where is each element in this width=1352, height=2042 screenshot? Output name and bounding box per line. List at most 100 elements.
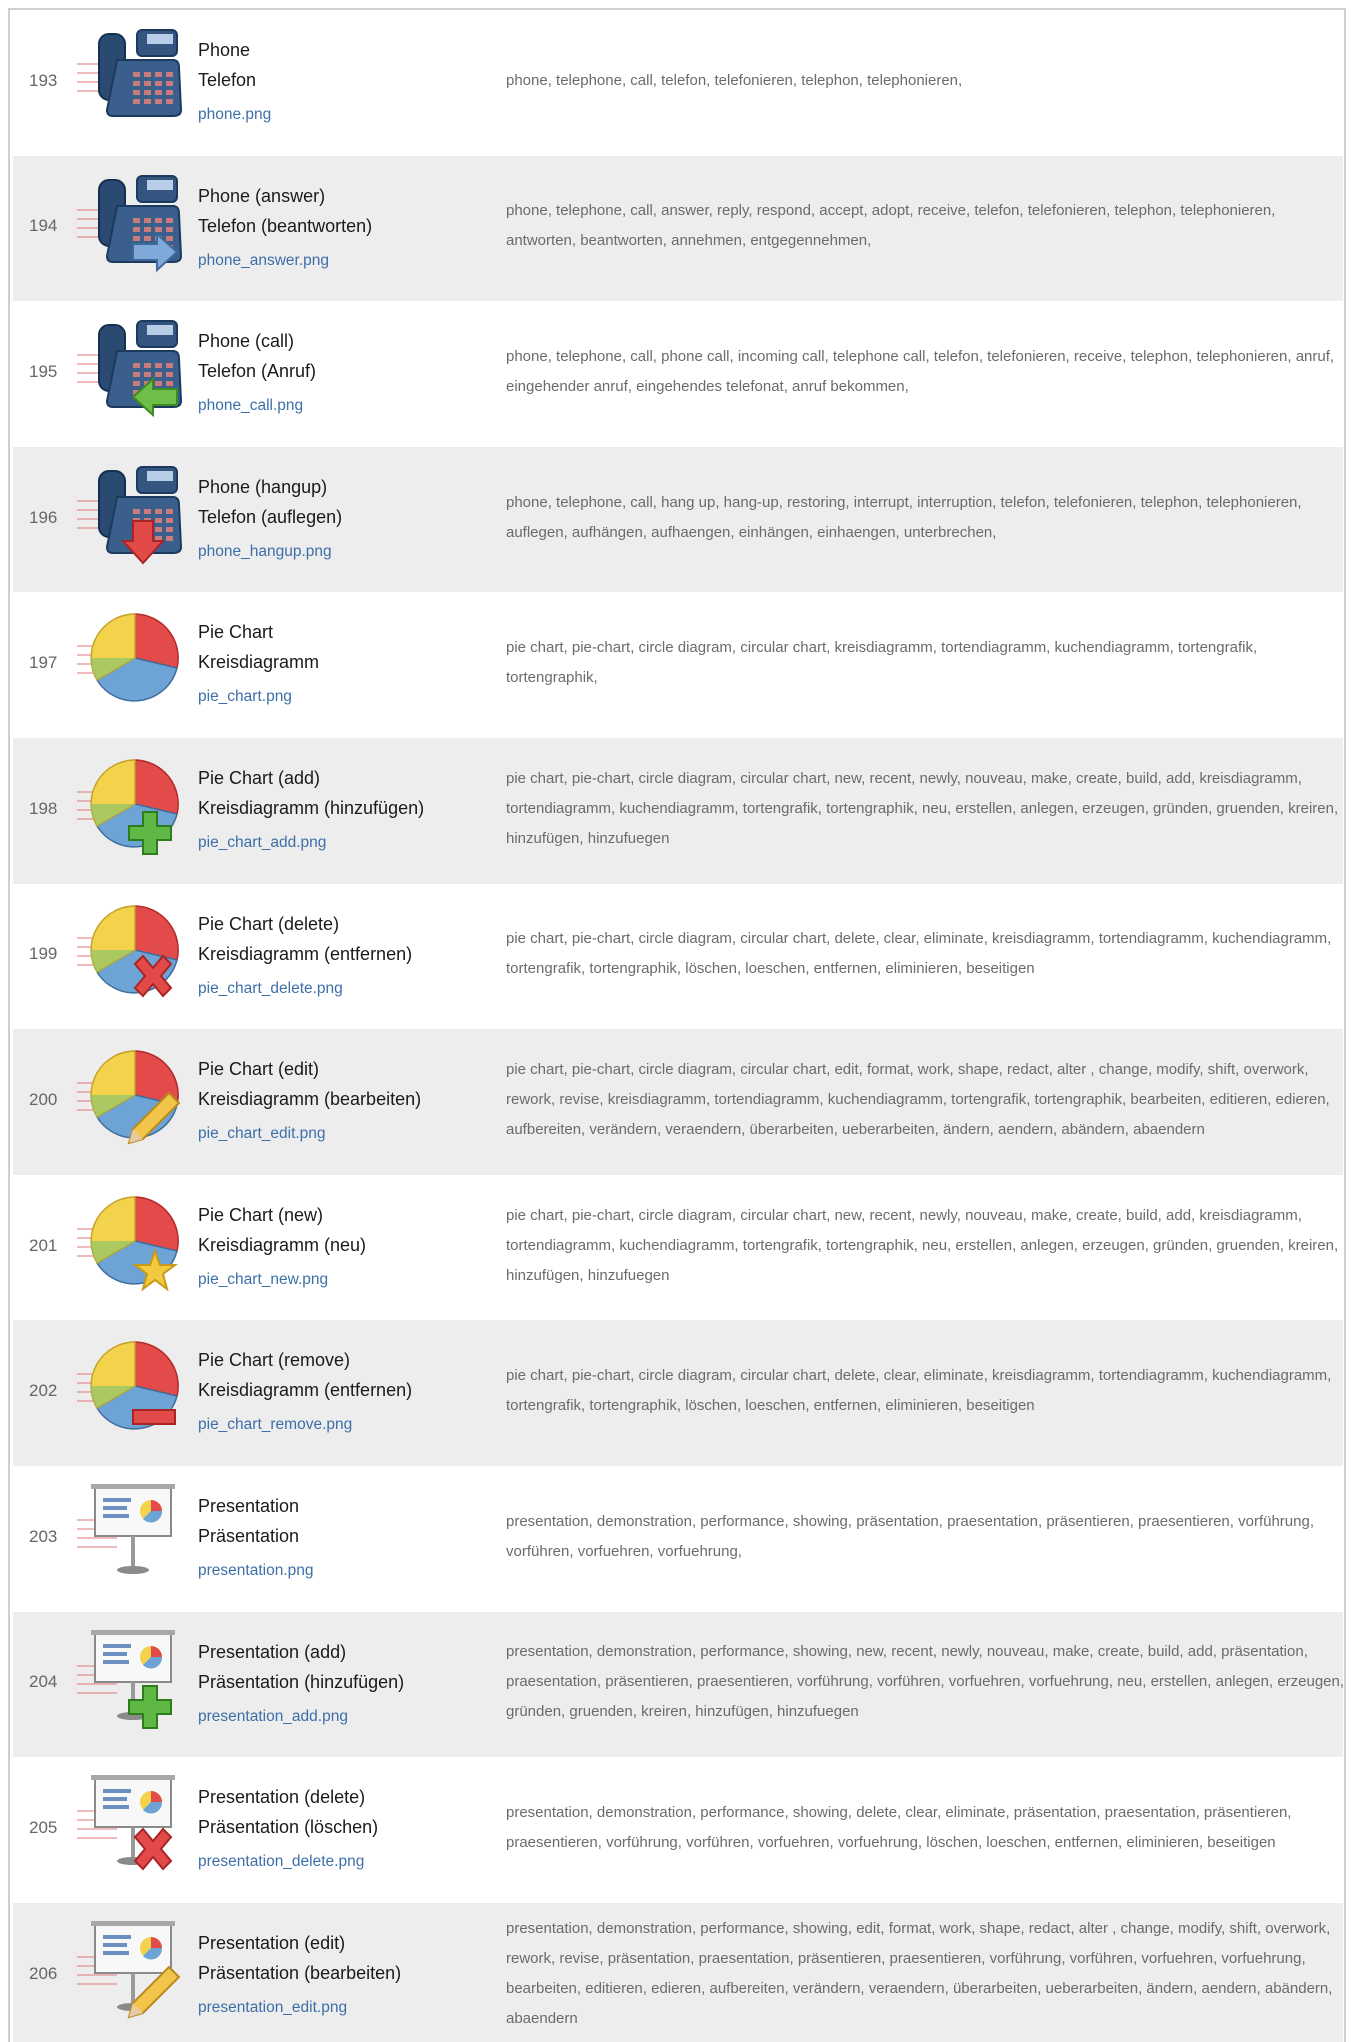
file-link[interactable]: pie_chart_delete.png	[198, 976, 498, 1002]
row-number: 201	[29, 1235, 58, 1255]
file-link[interactable]: phone.png	[198, 102, 498, 128]
pie-chart-add-icon	[77, 759, 179, 855]
list-row: 199 Pie Chart (delete) Kreisdiagramm (en…	[13, 884, 1343, 1030]
name-en: Presentation (delete)	[198, 1787, 366, 1808]
list-row: 205 Presentation (delete) Präsentation (…	[13, 1757, 1343, 1903]
keywords: phone, telephone, call, telefon, telefon…	[506, 71, 963, 89]
row-number: 198	[29, 798, 58, 818]
list-row: 206 Presentation (edit) Präsentation (be…	[13, 1902, 1343, 2042]
presentation-edit-icon	[77, 1920, 181, 2019]
file-link[interactable]: pie_chart_add.png	[198, 830, 498, 856]
list-row: 203 Presentation Präsentation presentati…	[13, 1466, 1343, 1612]
list-row: 204 Presentation (add) Präsentation (hin…	[13, 1611, 1345, 1758]
name-de: Kreisdiagramm (bearbeiten)	[198, 1089, 422, 1110]
list-row: 193 Phone Telefon phone.png phone, telep…	[13, 10, 1343, 156]
presentation-delete-icon	[77, 1775, 175, 1871]
name-de: Kreisdiagramm (entfernen)	[198, 943, 413, 964]
names-cell: Pie Chart (add) Kreisdiagramm (hinzufüge…	[198, 763, 498, 856]
names-cell: Pie Chart (delete) Kreisdiagramm (entfer…	[198, 909, 498, 1002]
pie-chart-delete-icon	[77, 904, 179, 998]
names-cell: Pie Chart (edit) Kreisdiagramm (bearbeit…	[198, 1054, 498, 1147]
file-link[interactable]: pie_chart_remove.png	[198, 1412, 498, 1438]
name-en: Presentation (edit)	[198, 1932, 346, 1953]
row-number: 195	[29, 361, 58, 381]
phone-call-icon	[77, 320, 183, 418]
names-cell: Pie Chart (remove) Kreisdiagramm (entfer…	[198, 1345, 498, 1438]
row-number: 196	[29, 507, 58, 527]
name-de: Telefon	[198, 70, 257, 90]
name-de: Kreisdiagramm (hinzufügen)	[198, 798, 425, 818]
icon-list: 193 Phone Telefon phone.png phone, telep…	[8, 8, 1346, 2042]
keywords: pie chart, pie-chart, circle diagram, ci…	[506, 930, 1332, 978]
keywords: phone, telephone, call, phone call, inco…	[506, 347, 1335, 395]
list-row: 195 Phone (call) Telefon (Anruf) phone_c…	[13, 301, 1343, 447]
presentation-icon	[77, 1484, 175, 1574]
name-de: Präsentation (löschen)	[198, 1817, 379, 1838]
name-en: Pie Chart (edit)	[198, 1059, 320, 1080]
presentation-add-icon	[77, 1629, 175, 1729]
name-en: Pie Chart	[198, 622, 274, 643]
name-en: Presentation (add)	[198, 1641, 347, 1662]
list-row: 196 Phone (hangup) Telefon (auflegen) ph…	[13, 446, 1343, 593]
pie-chart-remove-icon	[77, 1341, 179, 1430]
row-number: 193	[29, 70, 58, 90]
name-de: Kreisdiagramm (entfernen)	[198, 1380, 413, 1401]
name-de: Telefon (Anruf)	[198, 361, 317, 382]
list-row: 197 Pie Chart Kreisdiagramm pie_chart.pn…	[13, 592, 1343, 738]
file-link[interactable]: pie_chart_new.png	[198, 1267, 498, 1293]
keywords: presentation, demonstration, performance…	[506, 1512, 1314, 1560]
name-en: Presentation	[198, 1496, 300, 1516]
row-number: 202	[29, 1381, 58, 1401]
row-number: 197	[29, 653, 58, 673]
file-link[interactable]: phone_hangup.png	[198, 539, 498, 565]
pie-chart-new-icon	[77, 1196, 179, 1292]
name-en: Pie Chart (new)	[198, 1204, 324, 1225]
name-de: Präsentation (bearbeiten)	[198, 1962, 402, 1983]
name-en: Phone (answer)	[198, 185, 326, 206]
file-link[interactable]: presentation_add.png	[198, 1704, 498, 1730]
keywords: presentation, demonstration, performance…	[506, 1919, 1333, 2027]
list-row: 202 Pie Chart (remove) Kreisdiagramm (en…	[13, 1320, 1343, 1466]
names-cell: Phone (answer) Telefon (beantworten) pho…	[198, 181, 498, 274]
file-link[interactable]: presentation.png	[198, 1558, 498, 1584]
keywords: presentation, demonstration, performance…	[506, 1803, 1292, 1851]
row-number: 199	[29, 944, 58, 964]
keywords: pie chart, pie-chart, circle diagram, ci…	[506, 769, 1339, 847]
file-link[interactable]: pie_chart_edit.png	[198, 1121, 498, 1147]
file-link[interactable]: presentation_edit.png	[198, 1995, 498, 2021]
list-row: 200 Pie Chart (edit) Kreisdiagramm (bear…	[13, 1029, 1343, 1175]
file-link[interactable]: presentation_delete.png	[198, 1849, 498, 1875]
keywords: phone, telephone, call, answer, reply, r…	[506, 202, 1276, 250]
names-cell: Presentation (edit) Präsentation (bearbe…	[198, 1928, 498, 2021]
row-number: 194	[29, 216, 58, 236]
keywords: pie chart, pie-chart, circle diagram, ci…	[506, 639, 1258, 687]
row-number: 204	[29, 1672, 58, 1692]
names-cell: Pie Chart (new) Kreisdiagramm (neu) pie_…	[198, 1200, 498, 1293]
keywords: pie chart, pie-chart, circle diagram, ci…	[506, 1060, 1330, 1138]
pie-chart-edit-icon	[77, 1050, 181, 1145]
file-link[interactable]: phone_call.png	[198, 393, 498, 419]
file-link[interactable]: phone_answer.png	[198, 248, 498, 274]
name-de: Präsentation	[198, 1526, 300, 1546]
name-de: Kreisdiagramm (neu)	[198, 1234, 367, 1255]
name-de: Präsentation (hinzufügen)	[198, 1671, 405, 1692]
keywords: pie chart, pie-chart, circle diagram, ci…	[506, 1367, 1332, 1415]
names-cell: Presentation (add) Präsentation (hinzufü…	[198, 1637, 498, 1730]
list-row: 198 Pie Chart (add) Kreisdiagramm (hinzu…	[13, 738, 1343, 884]
name-en: Phone	[198, 40, 251, 60]
keywords: phone, telephone, call, hang up, hang-up…	[506, 493, 1302, 541]
name-de: Telefon (beantworten)	[198, 215, 373, 236]
keywords: pie chart, pie-chart, circle diagram, ci…	[506, 1206, 1339, 1284]
row-number: 203	[29, 1526, 58, 1546]
name-de: Kreisdiagramm	[198, 652, 320, 673]
file-link[interactable]: pie_chart.png	[198, 684, 498, 710]
phone-icon	[77, 29, 183, 117]
row-number: 205	[29, 1817, 58, 1837]
names-cell: Phone (call) Telefon (Anruf) phone_call.…	[198, 326, 498, 419]
list-row: 194 Phone (answer) Telefon (beantworten)…	[13, 155, 1343, 302]
row-number: 206	[29, 1963, 58, 1983]
name-en: Pie Chart (add)	[198, 768, 321, 788]
keywords: presentation, demonstration, performance…	[506, 1643, 1345, 1721]
name-de: Telefon (auflegen)	[198, 506, 343, 527]
names-cell: Presentation Präsentation presentation.p…	[198, 1491, 498, 1584]
